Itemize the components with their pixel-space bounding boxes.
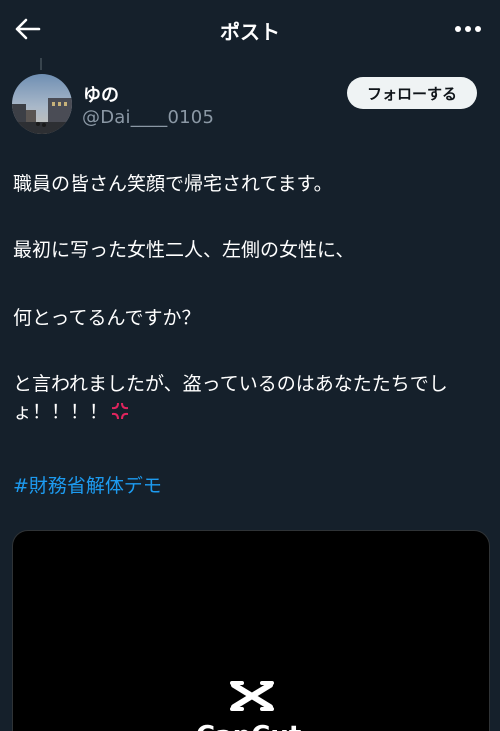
post-paragraph-last: と言われましたが、盗っているのはあなたたちでしょ！！！！ xyxy=(13,370,488,426)
anger-symbol-icon xyxy=(112,403,129,419)
avatar-photo xyxy=(12,74,72,134)
post-paragraph: 職員の皆さん笑顔で帰宅されてます。 xyxy=(13,173,333,195)
page-title: ポスト xyxy=(220,20,280,44)
post-detail-screen: ポスト ゆの @Dai____0105 フォローする 職員の皆さん笑顔で帰宅され… xyxy=(0,0,500,731)
avatar[interactable] xyxy=(12,74,72,134)
follow-button[interactable]: フォローする xyxy=(347,77,477,109)
post-paragraph: 最初に写った女性二人、左側の女性に、 xyxy=(13,239,355,261)
capcut-logo-icon xyxy=(230,681,274,711)
more-options-button[interactable] xyxy=(448,11,488,47)
video-media[interactable]: CapCut xyxy=(12,530,490,731)
hashtag-link[interactable]: #財務省解体デモ xyxy=(13,471,162,498)
user-handle[interactable]: @Dai____0105 xyxy=(82,107,214,128)
thread-connector-line xyxy=(40,58,42,70)
top-bar: ポスト xyxy=(0,0,500,58)
more-dots-icon xyxy=(455,26,481,32)
display-name[interactable]: ゆの xyxy=(83,81,119,107)
post-paragraph-text: と言われましたが、盗っているのはあなたたちでしょ！！！！ xyxy=(13,373,448,423)
post-paragraph: 何とってるんですか？ xyxy=(13,307,201,329)
watermark-text: CapCut xyxy=(196,721,301,731)
